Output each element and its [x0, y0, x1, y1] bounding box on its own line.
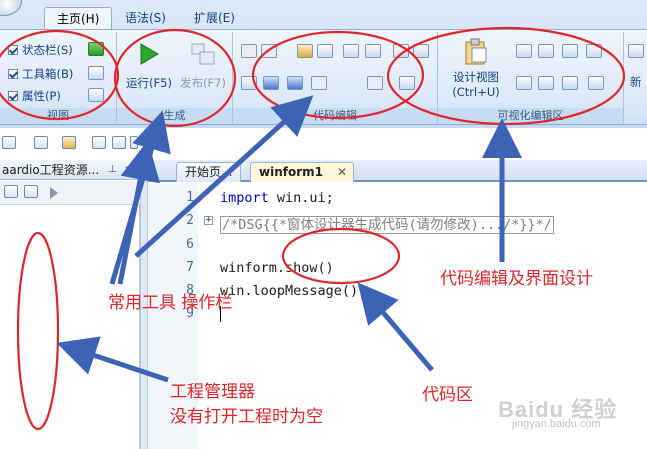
pin-icon[interactable]: ⊥ [108, 160, 117, 180]
code-line-2: /*DSG{{*窗体设计器生成代码(请勿修改).../*}}*/ [220, 213, 554, 234]
outdent-icon[interactable] [365, 44, 381, 58]
align-right-icon[interactable] [562, 44, 578, 58]
project-save-icon[interactable] [24, 185, 38, 198]
fold-toggle-icon[interactable]: + [204, 216, 213, 225]
paste-icon[interactable] [297, 44, 313, 58]
tab-start-page[interactable]: 开始页... [176, 162, 242, 182]
visual-edit-group: 设计视图 (Ctrl+U) 可视化编辑区 [438, 32, 624, 124]
format-icon[interactable] [413, 44, 429, 58]
line-number: 6 [186, 237, 194, 252]
indent-icon[interactable] [343, 44, 359, 58]
code-line-8: win.loopMessage() [220, 283, 359, 299]
checkbox-icon [8, 69, 18, 79]
tab-extensions[interactable]: 扩展(E) [182, 7, 247, 29]
checkbox-icon [8, 91, 18, 101]
open-folder-icon[interactable] [62, 136, 76, 149]
run-button[interactable]: 运行(F5) [123, 42, 175, 91]
editor-tab-strip: 开始页... winform1 ✕ [148, 160, 647, 182]
key-dropdown-icon[interactable] [588, 76, 604, 90]
clipboard-icon [465, 38, 487, 65]
project-manager-panel [0, 205, 140, 449]
quick-access-toolbar [0, 132, 148, 154]
checkbox-icon [8, 45, 18, 55]
line-number: 7 [186, 260, 194, 275]
toolbox-checkbox[interactable]: 工具箱(B) [8, 66, 73, 82]
project-tree-icon[interactable] [4, 185, 18, 198]
publish-button[interactable]: 发布(F7) [177, 42, 229, 91]
close-icon[interactable]: ✕ [124, 160, 134, 180]
grid-icon[interactable] [516, 76, 532, 90]
tab-home[interactable]: 主页(H) [44, 7, 113, 30]
layout-dropdown-icon[interactable] [88, 88, 104, 102]
tab-close-icon[interactable]: ✕ [337, 163, 347, 182]
annotation-code-area: 代码区 [422, 385, 473, 405]
annotation-project-manager: 工程管理器 [170, 382, 255, 402]
design-view-button[interactable]: 设计视图 (Ctrl+U) [444, 38, 508, 99]
play-small-icon[interactable] [50, 187, 58, 199]
back-icon[interactable] [287, 76, 303, 90]
size-dropdown-icon[interactable] [586, 44, 602, 58]
new-group: 新 [624, 32, 647, 124]
publish-icon [191, 43, 215, 65]
replace-icon[interactable] [367, 76, 383, 90]
align-center-icon[interactable] [538, 44, 554, 58]
ribbon: 主页(H) 语法(S) 扩展(E) 状态栏(S) 工具箱(B) 属性(P) 视图… [0, 0, 647, 128]
dropdown-icon[interactable] [130, 136, 138, 149]
view-group: 状态栏(S) 工具箱(B) 属性(P) 视图 [0, 32, 117, 124]
find-icon[interactable] [399, 76, 415, 90]
annotation-toolbar: 常用工具 操作栏 [108, 293, 233, 313]
select-all-icon[interactable] [317, 44, 333, 58]
annotation-project-empty: 没有打开工程时为空 [170, 407, 323, 427]
code-line-1: import win.ui; [220, 190, 334, 206]
build-group: 运行(F5) 发布(F7) 生成 [117, 32, 233, 124]
project-panel-title: aardio工程资源... [0, 160, 140, 180]
window-layout-icon[interactable] [538, 76, 554, 90]
line-number: 2 [186, 213, 194, 228]
visual-edit-group-label: 可视化编辑区 [438, 108, 623, 124]
annotation-code-design: 代码编辑及界面设计 [440, 269, 593, 289]
new-item-icon[interactable] [628, 44, 644, 58]
list-icon[interactable] [393, 44, 409, 58]
form-icon[interactable] [34, 136, 48, 149]
new-button-label[interactable]: 新 [630, 74, 642, 90]
build-group-label: 生成 [117, 108, 232, 124]
view-group-label: 视图 [0, 108, 116, 124]
play-icon [140, 43, 159, 65]
enter-icon[interactable] [88, 42, 104, 56]
line-number: 1 [186, 190, 194, 205]
watermark-url: jingyan.baidu.com [512, 418, 601, 430]
properties-checkbox[interactable]: 属性(P) [8, 88, 61, 104]
app-orb-button[interactable] [0, 0, 22, 16]
rectangle-icon[interactable] [241, 76, 257, 90]
align-left-icon[interactable] [516, 44, 532, 58]
ribbon-body: 状态栏(S) 工具箱(B) 属性(P) 视图 运行(F5) 发布(F7) 生成 [0, 29, 647, 125]
code-line-7: winform.show() [220, 260, 334, 276]
forward-icon[interactable] [263, 76, 279, 90]
tab-syntax[interactable]: 语法(S) [113, 7, 178, 29]
new-file-icon[interactable] [2, 136, 16, 149]
collapsed-region[interactable]: /*DSG{{*窗体设计器生成代码(请勿修改).../*}}*/ [220, 216, 554, 234]
window-icon[interactable] [88, 66, 104, 80]
key-icon[interactable] [562, 76, 578, 90]
comment-icon[interactable] [311, 76, 327, 90]
save-all-icon[interactable] [112, 136, 126, 149]
copy-icon[interactable] [261, 44, 277, 58]
tab-winform1[interactable]: winform1 ✕ [250, 162, 354, 182]
project-toolbar [0, 181, 140, 205]
code-edit-group-label: 代码编辑 [233, 108, 437, 124]
statusbar-checkbox[interactable]: 状态栏(S) [8, 42, 73, 58]
code-edit-group: 代码编辑 [233, 32, 438, 124]
save-icon[interactable] [92, 136, 106, 149]
cut-icon[interactable] [241, 44, 257, 58]
